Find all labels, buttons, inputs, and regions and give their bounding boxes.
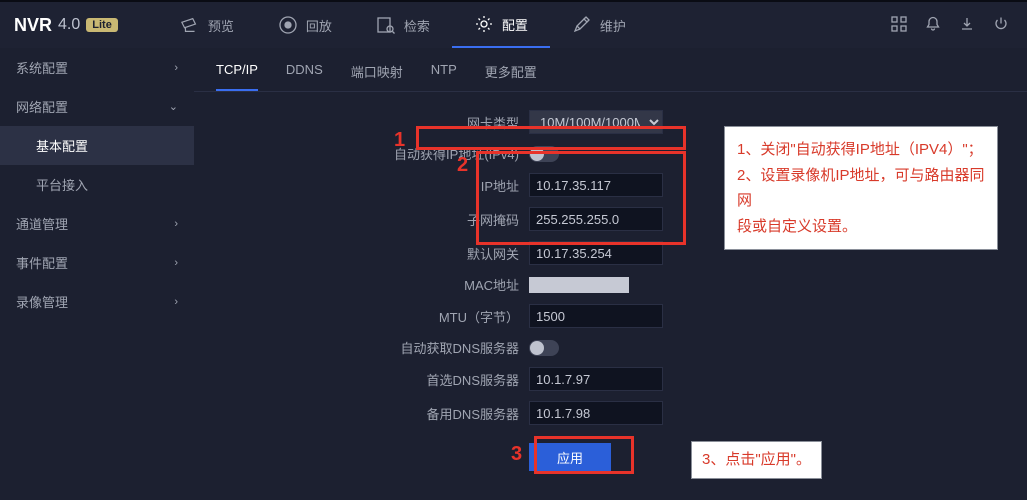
nav-gear[interactable]: 配置 (452, 2, 550, 48)
dns1-label: 首选DNS服务器 (194, 370, 529, 389)
sidebar-item[interactable]: 基本配置 (0, 126, 194, 165)
dns1-input[interactable] (529, 367, 663, 391)
search-icon (376, 15, 396, 35)
annotation-rect-3 (534, 436, 634, 474)
camera-icon (180, 15, 200, 35)
annotation-apply-box: 3、点击"应用"。 (691, 441, 822, 479)
logo-version: 4.0 (58, 16, 80, 34)
header-right-icons (891, 16, 1009, 35)
body: 系统配置›网络配置⌄基本配置平台接入通道管理›事件配置›录像管理› TCP/IP… (0, 48, 1027, 500)
annotation-rect-2 (476, 151, 686, 245)
sidebar-item[interactable]: 通道管理› (0, 204, 194, 243)
chevron-right-icon: › (174, 296, 178, 308)
subtab-端口映射[interactable]: 端口映射 (351, 62, 403, 91)
subtab-tcp/ip[interactable]: TCP/IP (216, 62, 258, 91)
download-icon[interactable] (959, 16, 975, 35)
annotation-tip-box: 1、关闭"自动获得IP地址（IPV4）"； 2、设置录像机IP地址，可与路由器同… (724, 126, 998, 250)
nav-search[interactable]: 检索 (354, 2, 452, 48)
gear-icon (474, 14, 494, 34)
mtu-label: MTU（字节） (194, 307, 529, 326)
gw-label: 默认网关 (194, 244, 529, 263)
subtab-更多配置[interactable]: 更多配置 (485, 62, 537, 91)
sidebar-item[interactable]: 录像管理› (0, 282, 194, 321)
sidebar-item[interactable]: 平台接入 (0, 165, 194, 204)
bell-icon[interactable] (925, 16, 941, 35)
mac-field (529, 277, 629, 293)
grid-view-icon[interactable] (891, 16, 907, 35)
nav-play[interactable]: 回放 (256, 2, 354, 48)
annotation-number-3: 3 (511, 443, 522, 466)
nav-camera[interactable]: 预览 (158, 2, 256, 48)
chevron-right-icon: › (174, 62, 178, 74)
mtu-input[interactable] (529, 304, 663, 328)
sidebar-item[interactable]: 系统配置› (0, 48, 194, 87)
chevron-right-icon: › (174, 257, 178, 269)
subtabs: TCP/IP DDNS 端口映射 NTP 更多配置 (194, 48, 1027, 92)
network-form: 网卡类型 10M/100M/1000M自适应 自动获得IP地址(IPv4) IP… (194, 92, 1027, 471)
logo-lite-badge: Lite (86, 18, 118, 32)
sidebar-item[interactable]: 网络配置⌄ (0, 87, 194, 126)
sidebar: 系统配置›网络配置⌄基本配置平台接入通道管理›事件配置›录像管理› (0, 48, 194, 500)
subtab-ddns[interactable]: DDNS (286, 62, 323, 91)
annotation-rect-1 (416, 126, 686, 150)
main-panel: TCP/IP DDNS 端口映射 NTP 更多配置 网卡类型 10M/100M/1000… (194, 48, 1027, 500)
play-icon (278, 15, 298, 35)
sidebar-item[interactable]: 事件配置› (0, 243, 194, 282)
top-nav: 预览回放检索配置维护 (158, 2, 648, 48)
subtab-ntp[interactable]: NTP (431, 62, 457, 91)
chevron-down-icon: ⌄ (169, 100, 178, 113)
annotation-number-2: 2 (457, 154, 468, 177)
mac-label: MAC地址 (194, 275, 529, 294)
annotation-number-1: 1 (394, 129, 405, 152)
top-header: NVR 4.0 Lite 预览回放检索配置维护 (0, 0, 1027, 48)
logo-text: NVR (14, 15, 52, 36)
dns2-label: 备用DNS服务器 (194, 404, 529, 423)
chevron-right-icon: › (174, 218, 178, 230)
dns-auto-toggle[interactable] (529, 340, 559, 356)
dns2-input[interactable] (529, 401, 663, 425)
power-icon[interactable] (993, 16, 1009, 35)
dns-auto-label: 自动获取DNS服务器 (194, 338, 529, 357)
wrench-icon (572, 15, 592, 35)
logo: NVR 4.0 Lite (14, 15, 118, 36)
nav-wrench[interactable]: 维护 (550, 2, 648, 48)
